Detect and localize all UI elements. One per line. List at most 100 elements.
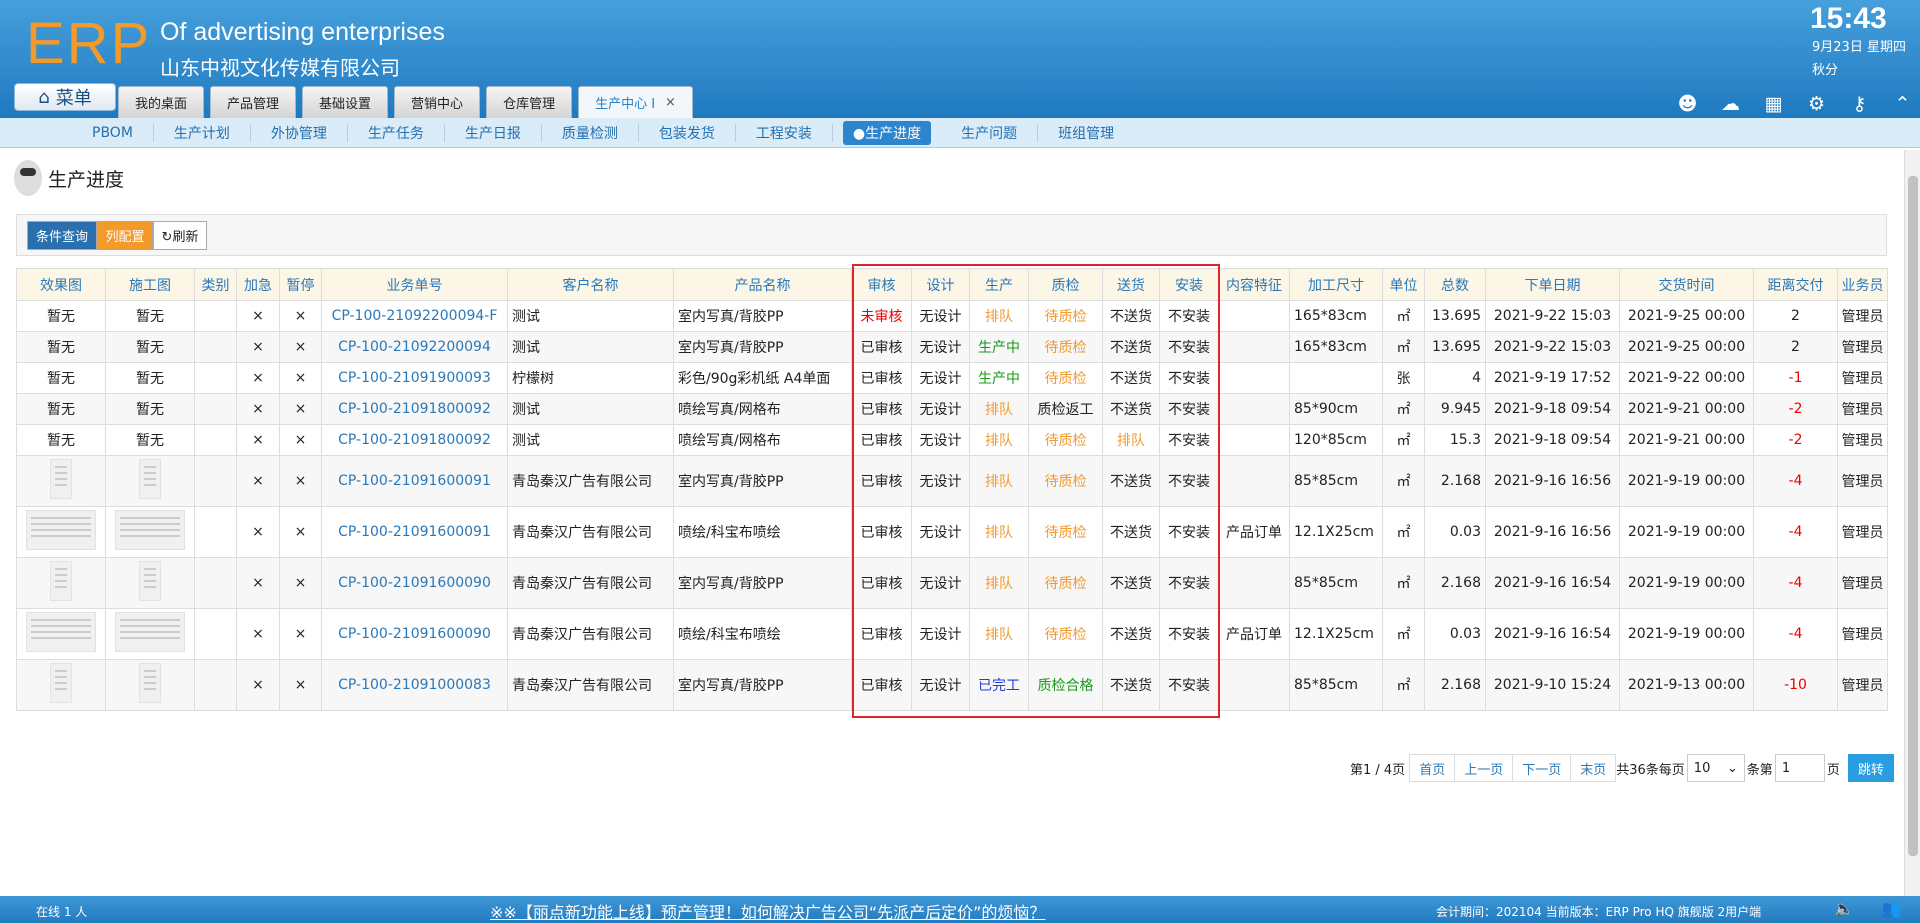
column-config-button[interactable]: 列配置 — [97, 220, 153, 250]
close-icon[interactable]: × — [665, 95, 676, 110]
table-row[interactable]: × × CP-100-21091600090 青岛秦汉广告有限公司 室内写真/背胶PP 已… — [16, 557, 1888, 609]
query-button[interactable]: 条件查询 — [27, 220, 97, 250]
table-row[interactable]: 暂无 暂无 × × CP-100-21092200094 测试 室内写真/背胶PP 已审核 无设… — [16, 331, 1888, 363]
col-header[interactable]: 效果图 — [16, 268, 106, 301]
col-header[interactable]: 送货 — [1102, 268, 1160, 301]
work-thumbnail[interactable] — [115, 612, 185, 652]
notice-link[interactable]: ※※【丽点新功能上线】预产管理！如何解决广告公司“先派产后定价”的烦恼？ — [490, 899, 1045, 923]
grid-icon[interactable]: ▦ — [1761, 91, 1786, 116]
cell-order-number[interactable]: CP-100-21091600090 — [321, 557, 508, 609]
col-header[interactable]: 暂停 — [279, 268, 322, 301]
first-page-button[interactable]: 首页 — [1409, 754, 1456, 782]
prev-page-button[interactable]: 上一页 — [1454, 754, 1514, 782]
tab-warehouse[interactable]: 仓库管理 — [486, 86, 573, 118]
cell-order-number[interactable]: CP-100-21092200094-F — [321, 300, 508, 332]
effect-thumbnail[interactable] — [50, 561, 72, 601]
col-header[interactable]: 类别 — [194, 268, 237, 301]
cell-order-number[interactable]: CP-100-21091600091 — [321, 506, 508, 558]
next-page-button[interactable]: 下一页 — [1512, 754, 1572, 782]
table-row[interactable]: 暂无 暂无 × × CP-100-21091800092 测试 喷绘写真/网格布 已审核 无设计… — [16, 393, 1888, 425]
table-row[interactable]: 暂无 暂无 × × CP-100-21091800092 测试 喷绘写真/网格布 已审核 无设计… — [16, 424, 1888, 456]
work-thumbnail[interactable] — [139, 663, 161, 703]
scrollbar[interactable] — [1904, 150, 1920, 896]
cell-order-number[interactable]: CP-100-21091600091 — [321, 455, 508, 507]
subnav-pbom[interactable]: PBOM — [72, 123, 154, 142]
tab-desktop[interactable]: 我的桌面 — [118, 86, 205, 118]
tab-settings[interactable]: 基础设置 — [302, 86, 389, 118]
cell-category — [194, 506, 237, 558]
cell-design-status: 无设计 — [911, 455, 970, 507]
table-row[interactable]: × × CP-100-21091600091 青岛秦汉广告有限公司 喷绘/科宝布喷绘 已审… — [16, 506, 1888, 558]
last-page-button[interactable]: 末页 — [1570, 754, 1617, 782]
cell-qc-status: 待质检 — [1028, 455, 1103, 507]
col-header[interactable]: 单位 — [1382, 268, 1425, 301]
subnav-outsource[interactable]: 外协管理 — [251, 123, 348, 142]
subnav-qc[interactable]: 质量检测 — [542, 123, 639, 142]
table-row[interactable]: × × CP-100-21091600090 青岛秦汉广告有限公司 喷绘/科宝布喷绘 已审… — [16, 608, 1888, 660]
table-row[interactable]: × × CP-100-21091000083 青岛秦汉广告有限公司 室内写真/背胶PP 已… — [16, 659, 1888, 711]
refresh-button[interactable]: ↻刷新 — [153, 220, 207, 250]
table-row[interactable]: 暂无 暂无 × × CP-100-21091900093 柠檬树 彩色/90g彩机纸 A4单… — [16, 362, 1888, 394]
col-header[interactable]: 加工尺寸 — [1289, 268, 1383, 301]
work-thumbnail[interactable] — [115, 510, 185, 550]
cell-order-number[interactable]: CP-100-21091000083 — [321, 659, 508, 711]
tab-production[interactable]: 生产中心 I × — [578, 86, 693, 118]
effect-thumbnail[interactable] — [50, 663, 72, 703]
go-button[interactable]: 跳转 — [1847, 754, 1894, 782]
cell-order-number[interactable]: CP-100-21091800092 — [321, 424, 508, 456]
work-thumbnail[interactable] — [139, 459, 161, 499]
subnav-packing[interactable]: 包装发货 — [639, 123, 736, 142]
subnav-progress[interactable]: ●生产进度 — [842, 120, 932, 145]
table-row[interactable]: 暂无 暂无 × × CP-100-21092200094-F 测试 室内写真/背胶PP 未审核… — [16, 300, 1888, 332]
cell-order-number[interactable]: CP-100-21091600090 — [321, 608, 508, 660]
tab-marketing[interactable]: 营销中心 — [394, 86, 481, 118]
col-header[interactable]: 下单日期 — [1485, 268, 1620, 301]
cell-order-number[interactable]: CP-100-21092200094 — [321, 331, 508, 363]
per-page-select[interactable]: 10 ⌄ — [1686, 754, 1745, 782]
subnav-plan[interactable]: 生产计划 — [154, 123, 251, 142]
col-header[interactable]: 安装 — [1159, 268, 1219, 301]
tab-product[interactable]: 产品管理 — [210, 86, 297, 118]
subnav-task[interactable]: 生产任务 — [348, 123, 445, 142]
col-header[interactable]: 审核 — [851, 268, 912, 301]
cell-effect-image: 暂无 — [16, 362, 106, 394]
speaker-icon[interactable]: 🔈 — [1834, 899, 1854, 918]
page-input[interactable]: 1 — [1774, 754, 1825, 782]
subnav-issues[interactable]: 生产问题 — [941, 123, 1039, 142]
cell-order-number[interactable]: CP-100-21091800092 — [321, 393, 508, 425]
scroll-thumb[interactable] — [1908, 176, 1918, 856]
effect-thumbnail[interactable] — [26, 612, 96, 652]
cell-order-number[interactable]: CP-100-21091900093 — [321, 362, 508, 394]
col-header[interactable]: 客户名称 — [507, 268, 674, 301]
key-icon[interactable]: ⚷ — [1847, 91, 1872, 116]
col-header[interactable]: 内容特征 — [1218, 268, 1290, 301]
subnav-teams[interactable]: 班组管理 — [1038, 124, 1134, 142]
collapse-icon[interactable]: ⌃ — [1890, 91, 1915, 116]
col-header[interactable]: 产品名称 — [673, 268, 852, 301]
effect-thumbnail[interactable] — [26, 510, 96, 550]
table-row[interactable]: × × CP-100-21091600091 青岛秦汉广告有限公司 室内写真/背胶PP 已… — [16, 455, 1888, 507]
cell-qc-status: 待质检 — [1028, 362, 1103, 394]
cell-size: 85*90cm — [1289, 393, 1383, 425]
col-header[interactable]: 业务单号 — [321, 268, 508, 301]
cloud-upload-icon[interactable]: ☁ — [1718, 91, 1743, 116]
cell-install-status: 不安装 — [1159, 455, 1219, 507]
gear-icon[interactable]: ⚙ — [1804, 91, 1829, 116]
users-icon[interactable]: 👥 — [1882, 899, 1902, 918]
col-header[interactable]: 加急 — [236, 268, 280, 301]
col-header[interactable]: 施工图 — [105, 268, 195, 301]
col-header[interactable]: 生产 — [969, 268, 1029, 301]
subnav-install[interactable]: 工程安装 — [736, 123, 833, 142]
col-header[interactable]: 设计 — [911, 268, 970, 301]
col-header[interactable]: 质检 — [1028, 268, 1103, 301]
subnav-daily[interactable]: 生产日报 — [445, 123, 542, 142]
menu-button[interactable]: ⌂ 菜单 — [14, 83, 116, 111]
cell-effect-image: 暂无 — [16, 331, 106, 363]
effect-thumbnail[interactable] — [50, 459, 72, 499]
work-thumbnail[interactable] — [139, 561, 161, 601]
col-header[interactable]: 业务员 — [1837, 268, 1888, 301]
col-header[interactable]: 距离交付 — [1753, 268, 1838, 301]
user-icon[interactable]: ☻ — [1675, 91, 1700, 116]
col-header[interactable]: 总数 — [1424, 268, 1486, 301]
col-header[interactable]: 交货时间 — [1619, 268, 1754, 301]
